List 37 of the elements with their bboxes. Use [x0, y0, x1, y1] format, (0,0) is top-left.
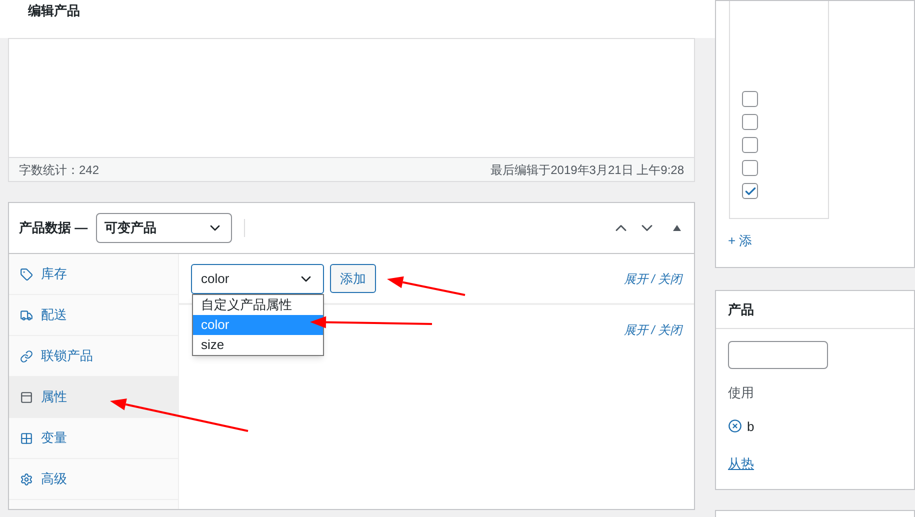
expand-collapse-link[interactable]: 展开 / 关闭 — [624, 270, 682, 288]
check-icon — [744, 184, 756, 198]
tag-icon — [20, 268, 33, 280]
tags-hint: 使用 — [728, 384, 755, 402]
add-category-link[interactable]: + 添 — [728, 233, 752, 248]
category-checkbox[interactable] — [742, 91, 758, 107]
panel-title: 产品数据 — — [19, 219, 88, 238]
dropdown-option[interactable]: color — [193, 315, 323, 335]
product-data-tab[interactable]: 属性 — [9, 377, 178, 418]
popular-tags-link[interactable]: 从热 — [728, 454, 914, 474]
grid-icon — [20, 432, 33, 444]
remove-tag-icon[interactable] — [728, 419, 742, 434]
truck-icon — [20, 308, 33, 322]
product-data-tab[interactable]: 库存 — [9, 254, 178, 295]
category-checkbox[interactable] — [742, 137, 758, 153]
expand-collapse-link[interactable]: 展开 / 关闭 — [624, 321, 682, 339]
category-checkbox[interactable] — [742, 160, 758, 176]
collapse-icon[interactable] — [672, 224, 682, 232]
product-data-tab[interactable]: 配送 — [9, 295, 178, 336]
panel-icon — [20, 390, 33, 404]
product-data-tab[interactable]: 变量 — [9, 418, 178, 459]
category-checkbox[interactable] — [742, 114, 758, 130]
tags-panel-title: 产品 — [728, 300, 754, 319]
dropdown-option[interactable]: size — [193, 335, 323, 355]
tag-input-field[interactable] — [728, 341, 828, 369]
last-edited: 最后编辑于2019年3月21日 上午9:28 — [490, 162, 684, 178]
dropdown-option[interactable]: 自定义产品属性 — [193, 295, 323, 315]
word-count: 字数统计：242 — [19, 162, 100, 178]
product-type-select[interactable]: 可变产品 — [96, 213, 232, 243]
tag-label: b — [747, 418, 754, 436]
page-title: 编辑产品 — [28, 2, 80, 20]
gear-icon — [20, 472, 33, 486]
link-icon — [20, 350, 33, 362]
category-checkbox[interactable] — [742, 183, 758, 199]
product-data-tab[interactable]: 高级 — [9, 459, 178, 500]
attribute-select[interactable]: color — [191, 264, 324, 294]
add-button[interactable]: 添加 — [330, 264, 376, 293]
